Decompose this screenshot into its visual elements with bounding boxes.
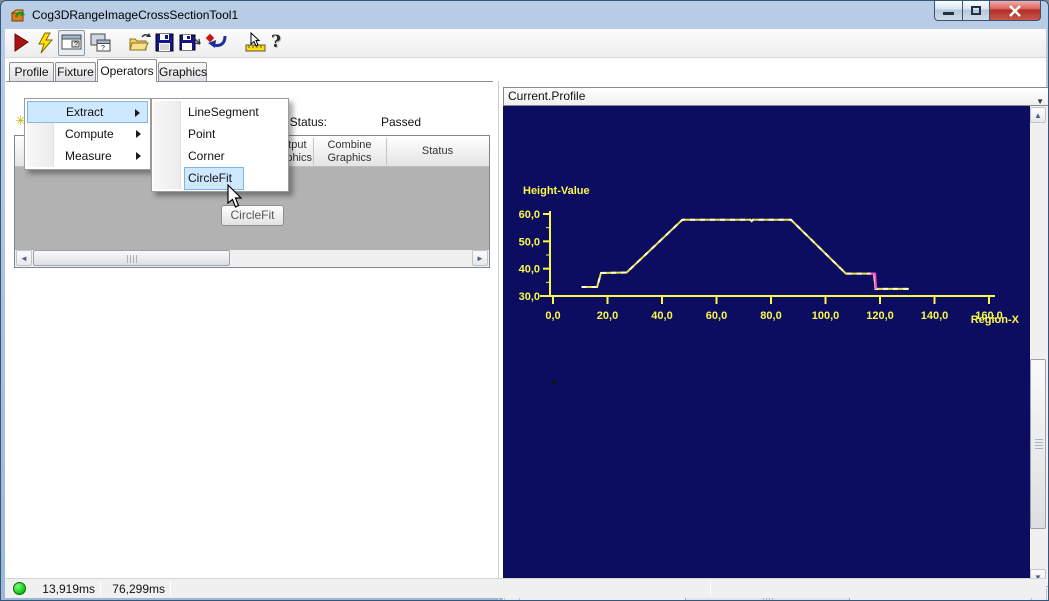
svg-text:50,0: 50,0: [519, 236, 540, 248]
submenu-arrow-icon: [136, 152, 141, 160]
tab-label: Profile: [14, 65, 48, 79]
main-toolbar: ? ?: [5, 29, 1046, 58]
svg-text:?: ?: [74, 42, 78, 49]
menu-item-label: Measure: [65, 149, 112, 163]
run-once-lightning-button[interactable]: [36, 32, 58, 54]
status-led-icon: [13, 582, 26, 595]
close-icon: [1008, 5, 1022, 17]
open-file-button[interactable]: [128, 32, 150, 54]
tab-label: Graphics: [159, 65, 207, 79]
svg-text:30,0: 30,0: [519, 291, 540, 303]
menu-item-linesegment[interactable]: LineSegment: [154, 101, 286, 123]
profile-chart[interactable]: 0,020,040,060,080,0100,0120,0140,0160,03…: [503, 106, 1030, 586]
operators-status-value: Passed: [365, 115, 437, 129]
scroll-thumb[interactable]: [33, 250, 230, 266]
pane-divider: [498, 81, 499, 601]
operators-horizontal-scrollbar[interactable]: ◄ ►: [15, 250, 489, 267]
submenu-arrow-icon: [136, 130, 141, 138]
svg-text:40,0: 40,0: [519, 264, 540, 276]
submenu-arrow-icon: [135, 109, 140, 117]
operator-context-menu: Extract Compute Measure: [24, 98, 151, 170]
menu-item-label: CircleFit: [188, 171, 232, 185]
pointer-ruler-button[interactable]: [243, 32, 265, 54]
tab-label: Operators: [100, 64, 153, 78]
menu-item-extract[interactable]: Extract: [27, 101, 148, 123]
window-title: Cog3DRangeImageCrossSectionTool1: [32, 8, 238, 22]
svg-text:40,0: 40,0: [651, 310, 672, 322]
menu-item-circlefit[interactable]: CircleFit: [154, 167, 286, 189]
minimize-button[interactable]: [934, 1, 963, 21]
mouse-cursor-icon: [227, 184, 245, 210]
menu-item-corner[interactable]: Corner: [154, 145, 286, 167]
total-time: 76,299ms: [103, 582, 165, 596]
close-button[interactable]: [989, 1, 1041, 21]
statusbar-separator: [170, 581, 171, 596]
maximize-icon: [971, 6, 981, 15]
float-electrode-button[interactable]: ?: [89, 32, 111, 54]
tab-label: Fixture: [57, 65, 94, 79]
profile-selector[interactable]: Current.Profile ▼: [503, 87, 1049, 106]
extract-submenu: LineSegment Point Corner CircleFit: [151, 98, 289, 192]
app-icon: [10, 7, 26, 23]
reset-button[interactable]: [205, 32, 227, 54]
svg-text:Height-Value: Height-Value: [523, 185, 590, 197]
profile-pane: Current.Profile ▼ 0,0 20,0 40,0 60,0 80,0 100…: [502, 81, 1049, 601]
run-button[interactable]: [11, 32, 33, 54]
tab-profile[interactable]: Profile: [9, 62, 54, 81]
menu-item-label: Extract: [66, 105, 103, 119]
tab-graphics[interactable]: Graphics: [158, 62, 207, 81]
scroll-left-icon[interactable]: ◄: [16, 250, 32, 266]
menu-item-compute[interactable]: Compute: [27, 123, 148, 145]
scroll-right-icon[interactable]: ►: [472, 250, 488, 266]
svg-text:0,0: 0,0: [545, 310, 560, 322]
statusbar-separator: [710, 581, 711, 596]
svg-text:120,0: 120,0: [866, 310, 894, 322]
app-window: Cog3DRangeImageCrossSectionTool1 ?: [0, 0, 1049, 601]
chart-vertical-scrollbar[interactable]: ▲ ▼: [1030, 106, 1048, 586]
maximize-button[interactable]: [962, 1, 990, 21]
tab-strip-baseline: [6, 81, 493, 82]
menu-item-label: Corner: [188, 149, 225, 163]
tab-fixture[interactable]: Fixture: [55, 62, 96, 81]
svg-text:?: ?: [101, 45, 105, 52]
minimize-icon: [943, 12, 954, 15]
menu-item-point[interactable]: Point: [154, 123, 286, 145]
menu-item-label: Compute: [65, 127, 114, 141]
svg-text:20,0: 20,0: [597, 310, 618, 322]
save-as-button[interactable]: [179, 32, 201, 54]
menu-item-label: Point: [188, 127, 215, 141]
scroll-up-icon[interactable]: ▲: [1030, 107, 1046, 123]
svg-text:60,0: 60,0: [519, 209, 540, 221]
svg-text:80,0: 80,0: [760, 310, 781, 322]
column-combine-graphics[interactable]: Combine Graphics: [313, 136, 386, 167]
run-time: 13,919ms: [33, 582, 95, 596]
titlebar[interactable]: Cog3DRangeImageCrossSectionTool1: [1, 1, 1048, 29]
save-button[interactable]: [154, 32, 176, 54]
show-electrode-window-button[interactable]: ?: [58, 30, 85, 56]
statusbar-separator: [100, 581, 101, 596]
profile-chart-canvas: 0,020,040,060,080,0100,0120,0140,0160,03…: [503, 106, 1030, 586]
profile-selector-value: Current.Profile: [508, 89, 585, 103]
menu-item-label: LineSegment: [188, 105, 259, 119]
scroll-thumb[interactable]: [1030, 359, 1046, 529]
status-bar: 13,919ms 76,299ms: [5, 578, 1046, 598]
menu-item-measure[interactable]: Measure: [27, 145, 148, 167]
svg-text:Region-X: Region-X: [971, 314, 1020, 326]
tab-operators[interactable]: Operators: [97, 59, 157, 82]
help-button[interactable]: ?: [271, 32, 293, 54]
svg-text:60,0: 60,0: [706, 310, 727, 322]
svg-text:140,0: 140,0: [921, 310, 949, 322]
svg-text:100,0: 100,0: [812, 310, 840, 322]
column-status[interactable]: Status: [386, 136, 489, 167]
